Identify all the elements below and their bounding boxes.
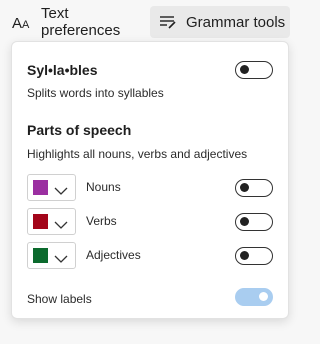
tab-text-preferences[interactable]: A A Text preferences (6, 5, 146, 39)
tab-grammar-tools[interactable]: Grammar tools (150, 6, 290, 38)
verbs-toggle[interactable] (235, 213, 273, 231)
toggle-knob (240, 183, 249, 192)
verbs-color-picker[interactable] (27, 208, 76, 235)
verbs-color-swatch (33, 214, 48, 229)
svg-text:A: A (22, 19, 30, 30)
tab-grammar-tools-label: Grammar tools (186, 13, 286, 31)
chevron-down-icon (54, 251, 68, 269)
grammar-tools-panel: Syl•la•bles Splits words into syllables … (11, 41, 289, 319)
syllables-heading: Syl•la•bles (27, 62, 98, 78)
show-labels-label: Show labels (27, 292, 92, 306)
tab-text-preferences-label: Text preferences (41, 5, 121, 39)
adjectives-label: Adjectives (86, 248, 141, 262)
toolbar: A A Text preferences Grammar tools (0, 0, 300, 44)
chevron-down-icon (54, 183, 68, 201)
nouns-color-picker[interactable] (27, 174, 76, 201)
adjectives-color-swatch (33, 248, 48, 263)
nouns-color-swatch (33, 180, 48, 195)
toggle-knob (240, 217, 249, 226)
adjectives-toggle[interactable] (235, 247, 273, 265)
toggle-knob (259, 292, 268, 301)
parts-of-speech-description: Highlights all nouns, verbs and adjectiv… (27, 147, 248, 161)
verbs-label: Verbs (86, 214, 117, 228)
chevron-down-icon (54, 217, 68, 235)
nouns-toggle[interactable] (235, 179, 273, 197)
toggle-knob (240, 65, 249, 74)
syllables-toggle[interactable] (235, 61, 273, 79)
syllables-description: Splits words into syllables (27, 86, 164, 100)
nouns-label: Nouns (86, 180, 121, 194)
parts-of-speech-heading: Parts of speech (27, 122, 132, 138)
toggle-knob (240, 251, 249, 260)
grammar-tools-icon (159, 14, 177, 30)
svg-text:A: A (12, 15, 22, 30)
text-size-icon: A A (12, 14, 32, 30)
show-labels-toggle[interactable] (235, 288, 273, 306)
adjectives-color-picker[interactable] (27, 242, 76, 269)
